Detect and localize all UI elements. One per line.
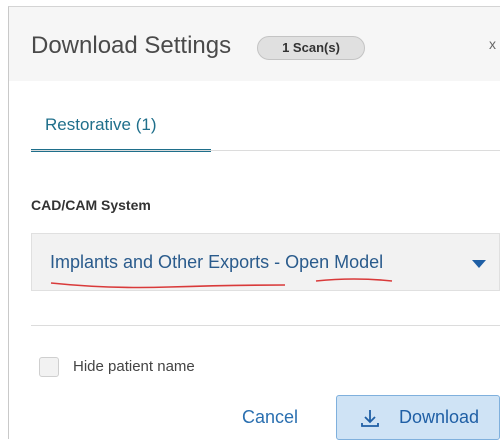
section-divider [31,325,500,326]
red-underline-annotation [50,282,286,289]
download-icon [361,410,379,427]
hide-patient-name-checkbox[interactable] [39,357,59,377]
download-settings-dialog: Download Settings 1 Scan(s) x Restorativ… [8,6,500,440]
tab-restorative[interactable]: Restorative (1) [31,105,211,153]
cadcam-selected-value: Implants and Other Exports - Open Model [50,252,384,272]
hide-patient-name-option[interactable]: Hide patient name [39,357,299,381]
screenshot-frame: Download Settings 1 Scan(s) x Restorativ… [0,0,500,440]
hide-patient-name-label: Hide patient name [73,358,195,375]
download-button[interactable]: Download [336,395,500,440]
dialog-title: Download Settings [31,32,232,59]
close-button[interactable]: x [489,36,496,52]
scan-count-badge: 1 Scan(s) [257,36,365,60]
cadcam-system-label: CAD/CAM System [31,197,151,213]
dialog-header: Download Settings 1 Scan(s) x [9,7,500,81]
red-underline-annotation-2 [315,278,393,282]
cancel-button[interactable]: Cancel [242,407,298,428]
tab-restorative-label: Restorative (1) [45,115,157,134]
download-button-label: Download [399,407,480,427]
chevron-down-icon [472,260,486,268]
tab-bar-divider [31,150,500,151]
